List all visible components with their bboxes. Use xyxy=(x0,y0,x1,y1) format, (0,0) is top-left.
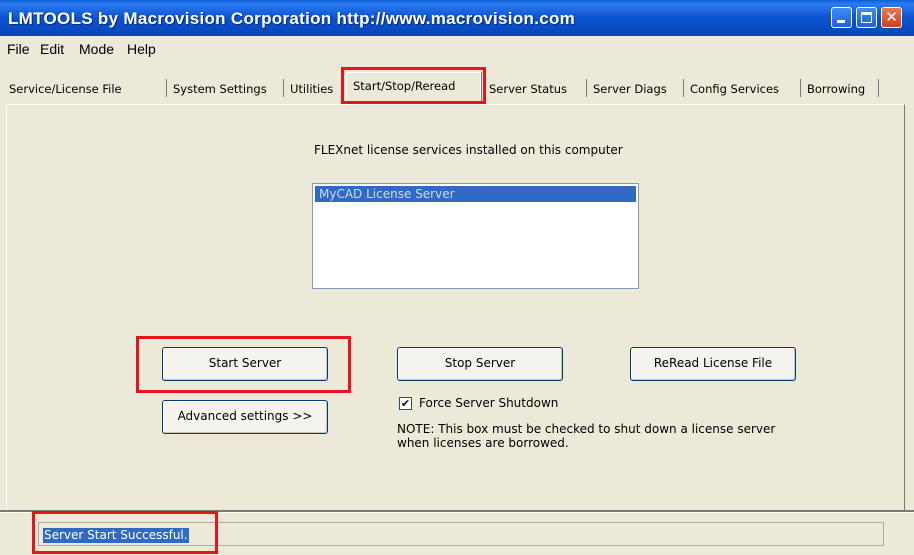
note-line-1: NOTE: This box must be checked to shut d… xyxy=(397,422,776,436)
tab-service-license-file[interactable]: Service/License File xyxy=(9,78,122,100)
menu-mode[interactable]: Mode xyxy=(79,41,114,57)
highlight-box-start xyxy=(136,336,351,393)
close-icon: ✕ xyxy=(885,8,898,26)
tab-separator xyxy=(586,79,587,97)
tab-borrowing[interactable]: Borrowing xyxy=(807,78,865,100)
title-bar[interactable]: LMTOOLS by Macrovision Corporation http:… xyxy=(0,0,914,36)
maximize-button[interactable] xyxy=(856,7,877,28)
tab-system-settings[interactable]: System Settings xyxy=(173,78,267,100)
force-shutdown-label[interactable]: Force Server Shutdown xyxy=(419,396,558,410)
service-list-item[interactable]: MyCAD License Server xyxy=(315,186,636,202)
stop-server-button[interactable]: Stop Server xyxy=(397,347,563,381)
tab-server-diags[interactable]: Server Diags xyxy=(593,78,667,100)
menu-edit[interactable]: Edit xyxy=(40,41,64,57)
tab-separator xyxy=(683,79,684,97)
tab-config-services[interactable]: Config Services xyxy=(690,78,779,100)
highlight-box-status xyxy=(32,511,218,554)
shutdown-note: NOTE: This box must be checked to shut d… xyxy=(397,422,775,450)
menu-help[interactable]: Help xyxy=(127,41,156,57)
tab-separator xyxy=(166,79,167,97)
highlight-box-tab xyxy=(341,67,486,104)
note-line-2: when licenses are borrowed. xyxy=(397,436,569,450)
window-title: LMTOOLS by Macrovision Corporation http:… xyxy=(8,9,576,28)
maximize-icon xyxy=(861,12,872,23)
reread-license-button[interactable]: ReRead License File xyxy=(630,347,796,381)
tab-separator xyxy=(283,79,284,97)
advanced-settings-button[interactable]: Advanced settings >> xyxy=(162,400,328,434)
services-caption: FLEXnet license services installed on th… xyxy=(314,143,623,157)
checkmark-icon: ✔ xyxy=(400,397,411,410)
menu-bar: File Edit Mode Help xyxy=(0,36,914,58)
tab-panel xyxy=(6,104,905,513)
tab-separator xyxy=(878,79,879,97)
close-button[interactable]: ✕ xyxy=(881,7,902,28)
minimize-icon xyxy=(837,20,845,23)
menu-file[interactable]: File xyxy=(7,41,30,57)
tab-server-status[interactable]: Server Status xyxy=(489,78,567,100)
force-shutdown-checkbox[interactable]: ✔ xyxy=(399,397,412,410)
tab-utilities[interactable]: Utilities xyxy=(290,78,333,100)
minimize-button[interactable] xyxy=(831,7,852,28)
tab-separator xyxy=(800,79,801,97)
services-listbox[interactable]: MyCAD License Server xyxy=(312,183,639,289)
